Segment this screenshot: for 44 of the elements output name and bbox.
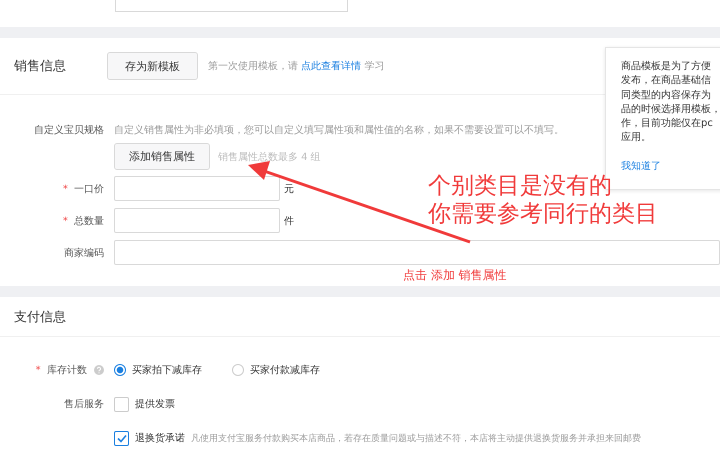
popover-text: 发布，在商品基础信 [621, 74, 712, 88]
option-label: 买家付款减库存 [250, 364, 320, 377]
option-label: 买家拍下减库存 [132, 364, 202, 377]
section-title: 销售信息 [14, 58, 67, 75]
popover-text: 商品模板是为了方便 [621, 60, 712, 74]
field-label: 售后服务 [64, 399, 104, 410]
input-field[interactable] [114, 208, 280, 233]
popover-text: 同类型的内容保存为 [621, 88, 712, 103]
option-label: 提供发票 [135, 398, 175, 411]
field-label: 总数量 [74, 216, 104, 226]
annotation-text: 你需要参考同行的类目 [428, 200, 658, 228]
description-text: 自定义销售属性为非必填项，您可以自定义填写属性项和属性值的名称，如果不需要设置可以不填写。 [114, 124, 564, 137]
radio-option[interactable]: 买家拍下减库存 [114, 363, 202, 377]
limit-hint: 销售属性总数最多 4 组 [218, 150, 321, 164]
checkbox[interactable] [114, 396, 129, 412]
required-mark: * [62, 184, 68, 194]
help-icon[interactable] [94, 365, 104, 376]
field-label: 库存计数 [46, 365, 87, 376]
note-text: 凡使用支付宝服务付款购买本店商品，若存在质量问题或与描述不符，本店将主动提供退换货服务并承担来回邮费 [191, 432, 641, 444]
field-label: 自定义宝贝规格 [33, 124, 105, 137]
radio-button[interactable] [114, 364, 126, 376]
option-label: 退换货承诺 [135, 432, 185, 445]
radio-option[interactable]: 买家付款减库存 [232, 363, 320, 377]
input-field[interactable] [114, 176, 280, 201]
details-link[interactable]: 点此查看详情 [301, 61, 362, 72]
unit-label: 元 [284, 182, 294, 196]
unit-label: 件 [284, 214, 294, 228]
annotation-text: 个别类目是没有的 [428, 172, 612, 200]
popover-text: 品的时候选择用模板， [621, 102, 720, 117]
input-field[interactable] [114, 240, 720, 265]
add-attribute-button[interactable]: 添加销售属性 [114, 143, 210, 170]
required-mark: * [62, 216, 68, 226]
dismiss-link[interactable]: 我知道了 [621, 158, 661, 173]
annotation-text: 点击 添加 销售属性 [403, 267, 507, 284]
field-label: 商家编码 [64, 248, 104, 258]
radio-button[interactable] [232, 364, 244, 376]
required-mark: * [36, 365, 41, 376]
popover-text: 作，目前功能仅在pc [621, 117, 714, 132]
template-hint: 第一次使用模板，请 点此查看详情 学习 [208, 60, 384, 73]
section-title: 支付信息 [14, 308, 67, 326]
popover-text: 应用。 [621, 131, 652, 146]
field-label: 一口价 [74, 184, 104, 194]
checkbox[interactable] [114, 430, 129, 446]
save-template-button[interactable]: 存为新模板 [107, 52, 198, 80]
